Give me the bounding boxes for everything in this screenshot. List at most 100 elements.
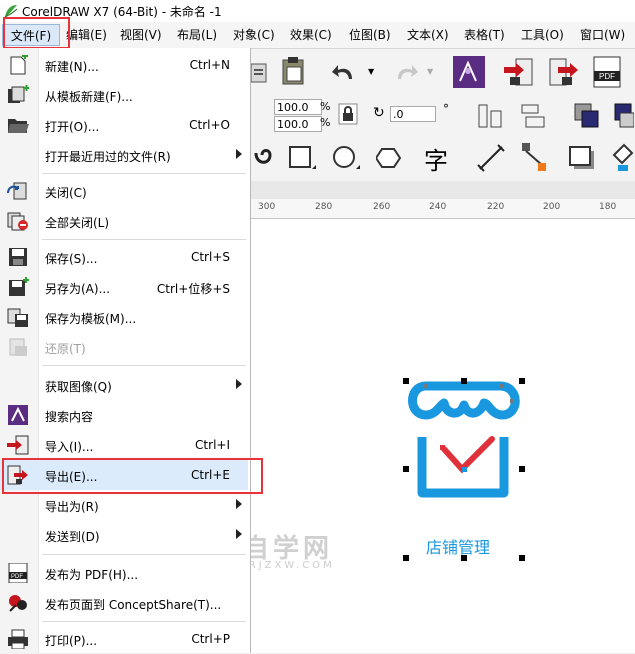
submenu-arrow-icon xyxy=(236,379,242,389)
save-icon xyxy=(9,248,27,266)
selection-handle[interactable] xyxy=(519,378,525,384)
selection-handle[interactable] xyxy=(403,555,409,561)
ruler-tick: 180 xyxy=(599,202,617,212)
percent-label-x: % xyxy=(320,100,331,113)
menu-item-open[interactable]: 打开(O)... Ctrl+O xyxy=(0,110,248,140)
selection-handle[interactable] xyxy=(461,378,467,384)
menu-item-label: 全部关闭(L) xyxy=(45,216,110,230)
rotation-icon: ↻ xyxy=(373,105,385,121)
rotation-input[interactable]: .0 xyxy=(390,106,436,122)
lock-ratio-icon[interactable] xyxy=(338,103,358,125)
menu-item-label: 发布页面到 ConceptShare(T)... xyxy=(45,598,222,612)
new-doc-icon xyxy=(10,55,28,75)
menu-item-label: 打开(O)... xyxy=(45,120,100,134)
menu-item-search-content[interactable]: 搜索内容 xyxy=(0,400,248,430)
ruler-tick: 220 xyxy=(487,202,505,212)
submenu-arrow-icon xyxy=(236,529,242,539)
ellipse-tool-icon[interactable] xyxy=(332,145,362,173)
redo-icon[interactable] xyxy=(392,61,418,83)
file-menu-dropdown: 新建(N)... Ctrl+N 从模板新建(F)... 打开(O)... Ctr… xyxy=(0,48,251,653)
menu-item-new-from-template[interactable]: 从模板新建(F)... xyxy=(0,80,248,110)
selection-handle[interactable] xyxy=(403,378,409,384)
selection-handle[interactable] xyxy=(519,466,525,472)
menu-edit[interactable]: 编辑(E) xyxy=(66,26,107,44)
menu-item-open-recent[interactable]: 打开最近用过的文件(R) xyxy=(0,140,248,170)
ruler-tick: 260 xyxy=(373,202,391,212)
menu-table[interactable]: 表格(T) xyxy=(464,26,505,44)
menu-item-export-as[interactable]: 导出为(R) xyxy=(0,490,248,520)
ruler-tick: 300 xyxy=(258,202,276,212)
menu-item-publish-conceptshare[interactable]: 发布页面到 ConceptShare(T)... xyxy=(0,588,248,618)
menu-item-new[interactable]: 新建(N)... Ctrl+N xyxy=(0,50,248,80)
rectangle-tool-icon[interactable] xyxy=(288,145,318,173)
drop-shadow-tool-icon[interactable] xyxy=(568,145,598,173)
shop-manage-icon[interactable] xyxy=(400,375,528,505)
menu-tools[interactable]: 工具(O) xyxy=(521,26,564,44)
menu-separator xyxy=(42,554,246,555)
scale-y-input[interactable]: 100.0 xyxy=(274,116,322,132)
svg-text:PDF: PDF xyxy=(599,72,615,81)
paste-icon[interactable] xyxy=(250,61,268,83)
menu-item-save[interactable]: 保存(S)... Ctrl+S xyxy=(0,242,248,272)
menu-item-shortcut: Ctrl+I xyxy=(195,438,230,452)
menu-layout[interactable]: 布局(L) xyxy=(177,26,217,44)
to-front-icon[interactable] xyxy=(572,101,602,131)
menu-item-print[interactable]: 打印(P)... Ctrl+P xyxy=(0,624,248,654)
mirror-vertical-icon[interactable] xyxy=(518,101,548,131)
menu-separator xyxy=(42,239,246,240)
polygon-tool-icon[interactable] xyxy=(376,145,406,173)
spiral-tool-icon[interactable] xyxy=(252,145,274,171)
undo-dropdown-icon[interactable]: ▼ xyxy=(368,67,374,76)
svg-text:PDF: PDF xyxy=(11,574,23,580)
menu-item-label: 还原(T) xyxy=(45,342,86,356)
menu-text[interactable]: 文本(X) xyxy=(407,26,449,44)
import-icon[interactable] xyxy=(502,57,536,87)
ruler-tick: 240 xyxy=(429,202,447,212)
menu-item-label: 发布为 PDF(H)... xyxy=(45,568,139,582)
menu-bitmaps[interactable]: 位图(B) xyxy=(349,26,391,44)
menu-item-import[interactable]: 导入(I)... Ctrl+I xyxy=(0,430,248,460)
export-icon[interactable] xyxy=(546,57,580,87)
ruler-tick: 200 xyxy=(543,202,561,212)
menu-item-label: 发送到(D) xyxy=(45,530,100,544)
menu-window[interactable]: 窗口(W) xyxy=(580,26,625,44)
save-as-icon xyxy=(9,277,29,296)
selection-handle[interactable] xyxy=(403,466,409,472)
mirror-horizontal-icon[interactable] xyxy=(475,101,505,131)
search-content-icon[interactable] xyxy=(452,55,486,89)
to-back-icon[interactable] xyxy=(612,101,634,131)
menu-item-label: 关闭(C) xyxy=(45,186,87,200)
menu-item-shortcut: Ctrl+O xyxy=(189,118,230,132)
menu-item-label: 保存(S)... xyxy=(45,252,98,266)
menu-separator xyxy=(42,365,246,366)
menu-item-close[interactable]: 关闭(C) xyxy=(0,176,248,206)
menu-bar: 文件(F) 编辑(E) 视图(V) 布局(L) 对象(C) 效果(C) 位图(B… xyxy=(0,22,635,49)
close-doc-icon xyxy=(7,182,27,200)
menu-item-close-all[interactable]: 全部关闭(L) xyxy=(0,206,248,236)
import-icon xyxy=(7,435,29,455)
menu-item-save-as-template[interactable]: 保存为模板(M)... xyxy=(0,302,248,332)
menu-item-publish-pdf[interactable]: PDF 发布为 PDF(H)... xyxy=(0,558,248,588)
scale-x-input[interactable]: 100.0 xyxy=(274,99,322,115)
menu-item-acquire-image[interactable]: 获取图像(Q) xyxy=(0,370,248,400)
selection-handle[interactable] xyxy=(519,555,525,561)
menu-item-save-as[interactable]: 另存为(A)... Ctrl+位移+S xyxy=(0,272,248,302)
menu-separator xyxy=(42,621,246,622)
menu-view[interactable]: 视图(V) xyxy=(120,26,162,44)
undo-icon[interactable] xyxy=(332,61,358,83)
clipboard-icon[interactable] xyxy=(280,55,306,85)
text-tool-icon[interactable]: 字 xyxy=(424,141,448,176)
shape-text-label[interactable]: 店铺管理 xyxy=(426,534,490,558)
redo-dropdown-icon[interactable]: ▼ xyxy=(427,67,433,76)
connector-tool-icon[interactable] xyxy=(520,141,550,173)
dimension-tool-icon[interactable] xyxy=(476,143,506,173)
publish-pdf-icon[interactable]: PDF xyxy=(590,55,624,89)
menu-object[interactable]: 对象(C) xyxy=(233,26,275,44)
fill-tool-icon[interactable] xyxy=(610,141,634,173)
menu-item-send-to[interactable]: 发送到(D) xyxy=(0,520,248,550)
tool-row: 字 xyxy=(250,135,635,182)
menu-item-label: 打印(P)... xyxy=(45,634,98,648)
conceptshare-icon xyxy=(9,595,27,612)
menu-effects[interactable]: 效果(C) xyxy=(290,26,332,44)
standard-toolbar: ▼ ▼ PDF xyxy=(250,49,635,96)
